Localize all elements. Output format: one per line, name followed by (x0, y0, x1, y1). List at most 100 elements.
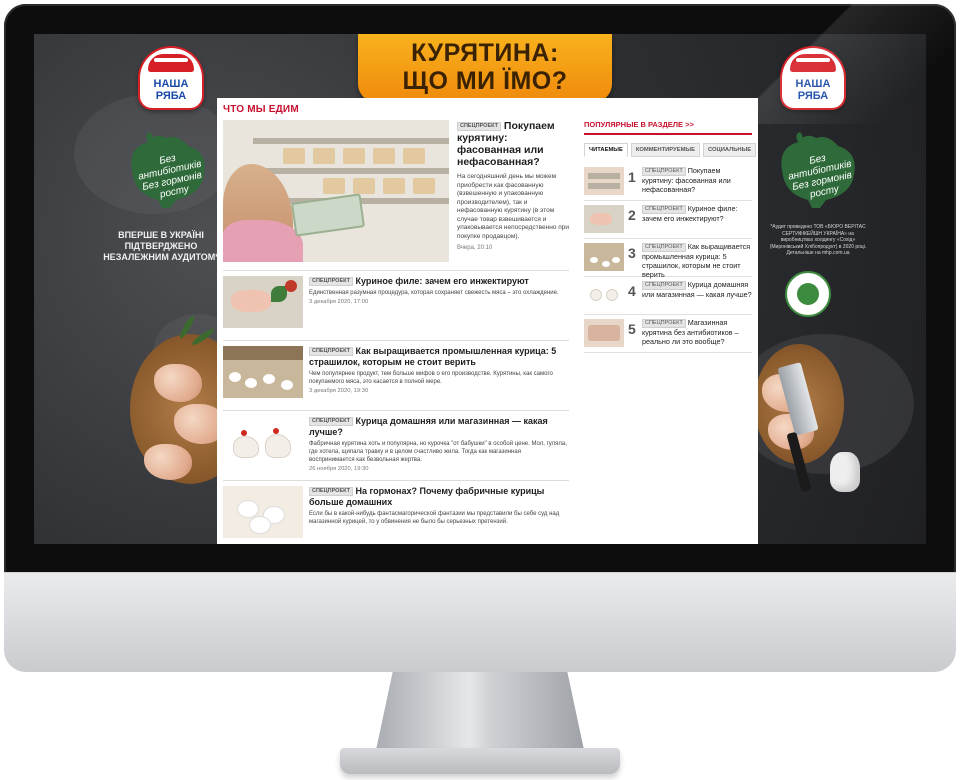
special-project-tag[interactable]: СПЕЦПРОЕКТ (309, 277, 353, 287)
article-date: 3 декабря 2020, 19:30 (309, 388, 369, 394)
product-pack (283, 148, 305, 164)
brand-logo-right[interactable]: НАША РЯБА (780, 46, 846, 110)
comb-shape (241, 430, 247, 436)
special-project-tag[interactable]: СПЕЦПРОЕКТ (642, 242, 686, 252)
popular-rank: 2 (628, 207, 636, 223)
section-title[interactable]: ЧТО МЫ ЕДИМ (223, 104, 299, 115)
hen-shape (229, 372, 241, 382)
monitor-frame: НАША РЯБА НАША РЯБА Без антибіотиків Без… (0, 0, 960, 780)
product-pack (353, 178, 375, 194)
special-project-tag[interactable]: СПЕЦПРОЕКТ (642, 204, 686, 214)
tab-social[interactable]: СОЦИАЛЬНЫЕ (702, 143, 757, 157)
lead-article-time: Вчера, 20:10 (457, 245, 493, 251)
hen-shape (233, 436, 259, 458)
special-project-tag[interactable]: СПЕЦПРОЕКТ (457, 121, 501, 131)
popular-item-title[interactable]: СПЕЦПРОЕКТ Курица домашняя или магазинна… (642, 280, 752, 299)
fillet-shape (590, 213, 612, 225)
article-title[interactable]: СПЕЦПРОЕКТ На гормонах? Почему фабричные… (309, 486, 567, 508)
shelf (253, 138, 449, 144)
product-pack (323, 178, 345, 194)
hen-shape (612, 257, 620, 263)
article-title[interactable]: СПЕЦПРОЕКТ Курица домашняя или магазинна… (309, 416, 567, 438)
comb-shape (273, 428, 279, 434)
article-thumbnail[interactable] (223, 346, 303, 398)
monitor-stand (376, 672, 584, 750)
article-text: СПЕЦПРОЕКТ На гормонах? Почему фабричные… (309, 486, 567, 526)
article-title-text[interactable]: Куриное филе: зачем его инжектируют (355, 276, 528, 286)
popular-list: 1 СПЕЦПРОЕКТ Покупаем курятину: фасованн… (584, 163, 752, 353)
monitor-base (340, 748, 620, 774)
brand-line1: НАША (153, 78, 189, 90)
article-list: СПЕЦПРОЕКТ Куриное филе: зачем его инжек… (223, 270, 569, 544)
article-thumbnail[interactable] (223, 276, 303, 328)
popular-item-title[interactable]: СПЕЦПРОЕКТ Покупаем курятину: фасованная… (642, 166, 752, 194)
hen-shape (245, 378, 257, 388)
lead-article-image[interactable] (223, 120, 449, 262)
article-item: СПЕЦПРОЕКТ Как выращивается промышленная… (223, 340, 569, 410)
barn-roof (223, 346, 303, 360)
tab-most-read[interactable]: ЧИТАЕМЫЕ (584, 143, 628, 157)
popular-item[interactable]: 1 СПЕЦПРОЕКТ Покупаем курятину: фасованн… (584, 163, 752, 201)
popular-thumbnail[interactable] (584, 319, 624, 347)
hen-badge-left: Без антибіотиків Без гормонів росту (118, 130, 214, 208)
lead-article-title[interactable]: СПЕЦПРОЕКТ Покупаем курятину: фасованная… (457, 120, 569, 168)
popular-item[interactable]: 5 СПЕЦПРОЕКТ Магазинная курятина без ант… (584, 315, 752, 353)
screen: НАША РЯБА НАША РЯБА Без антибіотиків Без… (34, 34, 926, 544)
popular-item-title[interactable]: СПЕЦПРОЕКТ Магазинная курятина без антиб… (642, 318, 752, 346)
popular-rank: 3 (628, 245, 636, 261)
product-pack (343, 148, 365, 164)
tab-most-commented[interactable]: КОММЕНТИРУЕМЫЕ (630, 143, 700, 157)
article-desc: Фабричная курятина хоть и популярна, но … (309, 441, 567, 463)
article-item: СПЕЦПРОЕКТ На гормонах? Почему фабричные… (223, 480, 569, 544)
content-page: ЧТО МЫ ЕДИМ СПЕЦПРОЕКТ Покупаем курятину… (217, 98, 758, 544)
chicken-drumstick (144, 444, 192, 480)
popular-item[interactable]: 3 СПЕЦПРОЕКТ Как выращивается промышленн… (584, 239, 752, 279)
hen-shape (281, 380, 293, 390)
popular-item[interactable]: 2 СПЕЦПРОЕКТ Куриное филе: зачем его инж… (584, 201, 752, 239)
hen-shape (265, 434, 291, 458)
popular-thumbnail[interactable] (584, 167, 624, 195)
popular-rank: 5 (628, 321, 636, 337)
article-thumbnail[interactable] (223, 416, 303, 468)
brand-line1: НАША (795, 78, 831, 90)
independent-audit-claim: ВПЕРШЕ В УКРАЇНІ ПІДТВЕРДЖЕНО НЕЗАЛЕЖНИМ… (103, 230, 219, 262)
article-thumbnail[interactable] (223, 486, 303, 538)
popular-title[interactable]: ПОПУЛЯРНЫЕ В РАЗДЕЛЕ >> (584, 120, 752, 135)
article-date: 3 декабря 2020, 17:00 (309, 299, 369, 305)
article-title[interactable]: СПЕЦПРОЕКТ Как выращивается промышленная… (309, 346, 567, 368)
hen-shape (263, 374, 275, 384)
lead-article-desc: На сегодняшний день мы можем приобрести … (457, 173, 569, 240)
packaged-meat (588, 325, 620, 341)
shelf (588, 173, 620, 179)
special-project-tag[interactable]: СПЕЦПРОЕКТ (642, 318, 686, 328)
shelf (253, 168, 449, 174)
special-project-tag[interactable]: СПЕЦПРОЕКТ (309, 347, 353, 357)
product-pack (413, 178, 435, 194)
certificate-seal-icon (785, 271, 831, 317)
salt-shaker (830, 452, 860, 492)
article-title[interactable]: СПЕЦПРОЕКТ Куриное филе: зачем его инжек… (309, 276, 567, 287)
article-item: СПЕЦПРОЕКТ Куриное филе: зачем его инжек… (223, 270, 569, 340)
hen-shape (249, 516, 271, 534)
popular-item-title[interactable]: СПЕЦПРОЕКТ Куриное филе: зачем его инжек… (642, 204, 752, 223)
popular-thumbnail[interactable] (584, 281, 624, 309)
monitor-chin (4, 572, 956, 672)
popular-thumbnail[interactable] (584, 205, 624, 233)
popular-item-title[interactable]: СПЕЦПРОЕКТ Как выращивается промышленная… (642, 242, 752, 279)
special-project-tag[interactable]: СПЕЦПРОЕКТ (309, 487, 353, 497)
shelf (588, 183, 620, 189)
fillet-shape (231, 290, 271, 312)
article-desc: Чем популярнее продукт, тем больше мифов… (309, 371, 553, 385)
special-project-tag[interactable]: СПЕЦПРОЕКТ (309, 417, 353, 427)
article-text: СПЕЦПРОЕКТ Куриное филе: зачем его инжек… (309, 276, 567, 305)
popular-item[interactable]: 4 СПЕЦПРОЕКТ Курица домашняя или магазин… (584, 277, 752, 315)
campaign-banner[interactable]: КУРЯТИНА: ЩО МИ ЇМО? (358, 34, 612, 102)
popular-thumbnail[interactable] (584, 243, 624, 271)
crown-icon (148, 54, 194, 72)
brand-logo-left[interactable]: НАША РЯБА (138, 46, 204, 110)
article-date: 26 ноября 2020, 19:30 (309, 466, 369, 472)
article-text: СПЕЦПРОЕКТ Курица домашняя или магазинна… (309, 416, 567, 472)
special-project-tag[interactable]: СПЕЦПРОЕКТ (642, 280, 686, 290)
special-project-tag[interactable]: СПЕЦПРОЕКТ (642, 166, 686, 176)
hen-shape (590, 289, 602, 301)
